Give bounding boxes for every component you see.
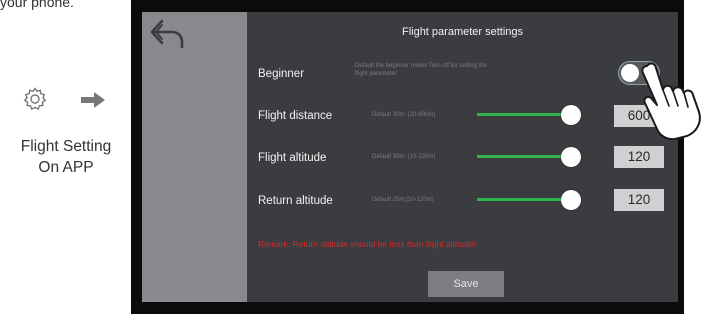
flight-altitude-value[interactable]: 120 xyxy=(614,146,664,168)
flight-distance-label: Flight distance xyxy=(258,110,333,122)
gear-icon xyxy=(23,87,47,110)
slider-knob[interactable] xyxy=(561,147,581,167)
back-arrow-icon[interactable] xyxy=(148,16,188,52)
cut-off-caption: your phone. xyxy=(0,0,74,10)
beginner-label: Beginner xyxy=(258,68,305,80)
return-altitude-label: Return altitude xyxy=(258,195,333,207)
slider-track xyxy=(477,155,571,158)
flight-altitude-label: Flight altitude xyxy=(258,152,327,164)
flight-altitude-slider[interactable] xyxy=(477,147,581,167)
beginner-hint: Default the beginner model Turn off for … xyxy=(355,63,487,78)
slider-knob[interactable] xyxy=(561,190,581,210)
return-altitude-hint: Default 25m,(10-120m) xyxy=(372,197,434,203)
return-altitude-value[interactable]: 120 xyxy=(614,189,664,211)
remark-warning: Remark: Return altitude should be less t… xyxy=(258,239,476,249)
slider-track xyxy=(477,113,571,116)
arrow-right-icon xyxy=(81,92,105,108)
flight-distance-slider[interactable] xyxy=(477,105,581,125)
flight-altitude-hint: Default 30m, (10-120m) xyxy=(372,154,436,160)
page-title: Flight parameter settings xyxy=(401,26,524,38)
save-button[interactable]: Save xyxy=(428,271,504,297)
phone-device: Flight parameter settings Beginner Defau… xyxy=(131,0,684,314)
return-altitude-slider[interactable] xyxy=(477,190,581,210)
slider-knob[interactable] xyxy=(561,105,581,125)
hand-pointer-icon xyxy=(641,62,701,140)
beginner-hint-line-2: flight parameter xyxy=(355,70,397,77)
app-screen: Flight parameter settings Beginner Defau… xyxy=(142,12,678,302)
flight-setting-caption: Flight Setting On APP xyxy=(2,136,130,178)
sidebar xyxy=(142,12,247,302)
slider-track xyxy=(477,198,571,201)
beginner-hint-line-1: Default the beginner model Turn off for … xyxy=(355,63,487,69)
flight-distance-hint: Default 30m, (20-600m) xyxy=(372,112,436,118)
caption-line-2: On APP xyxy=(38,159,94,176)
caption-line-1: Flight Setting xyxy=(20,138,112,155)
